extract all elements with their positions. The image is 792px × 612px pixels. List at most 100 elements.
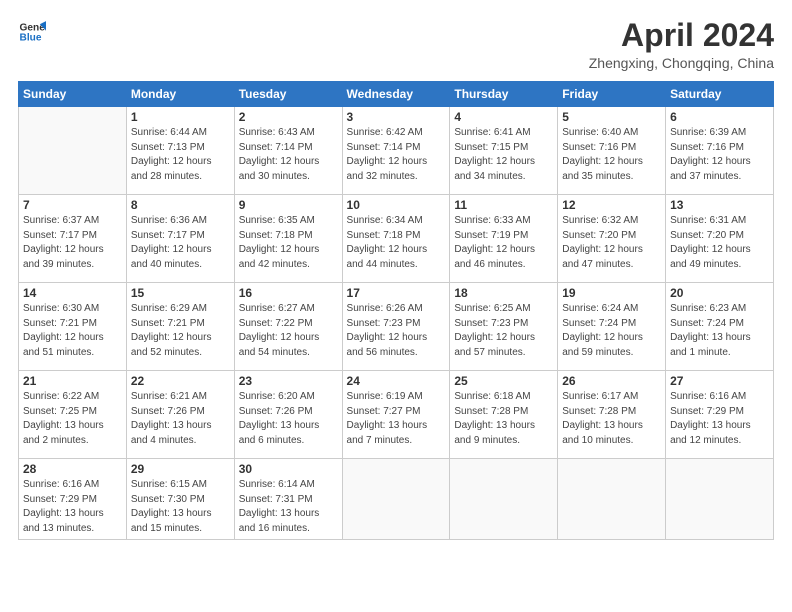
table-row: 27Sunrise: 6:16 AMSunset: 7:29 PMDayligh…: [666, 371, 774, 459]
table-row: [558, 459, 666, 540]
day-number: 5: [562, 110, 661, 124]
day-info: Sunrise: 6:26 AMSunset: 7:23 PMDaylight:…: [347, 302, 446, 360]
day-number: 14: [23, 286, 122, 300]
day-info: Sunrise: 6:31 AMSunset: 7:20 PMDaylight:…: [670, 214, 769, 272]
table-row: 16 Sunrise: 6:27 AMSunset: 7:22 PMDayligh…: [234, 283, 342, 371]
table-row: 6Sunrise: 6:39 AMSunset: 7:16 PMDaylight…: [666, 107, 774, 195]
day-info: Sunrise: 6:36 AMSunset: 7:17 PMDaylight:…: [131, 214, 230, 272]
table-row: 13 Sunrise: 6:31 AMSunset: 7:20 PMDayligh…: [666, 195, 774, 283]
col-wednesday: Wednesday: [342, 82, 450, 107]
day-info: Sunrise: 6:44 AMSunset: 7:13 PMDaylight:…: [131, 126, 230, 184]
col-saturday: Saturday: [666, 82, 774, 107]
day-number: 23: [239, 374, 338, 388]
day-info: Sunrise: 6:21 AMSunset: 7:26 PMDaylight:…: [131, 390, 230, 448]
table-row: 28 Sunrise: 6:16 AMSunset: 7:29 PMDayligh…: [19, 459, 127, 540]
table-row: 22 Sunrise: 6:21 AMSunset: 7:26 PMDayligh…: [126, 371, 234, 459]
day-number: 24: [347, 374, 446, 388]
table-row: 19 Sunrise: 6:24 AMSunset: 7:24 PMDayligh…: [558, 283, 666, 371]
calendar-table: Sunday Monday Tuesday Wednesday Thursday…: [18, 81, 774, 540]
table-row: 21Sunrise: 6:22 AMSunset: 7:25 PMDayligh…: [19, 371, 127, 459]
day-number: 22: [131, 374, 230, 388]
table-row: 20 Sunrise: 6:23 AMSunset: 7:24 PMDayligh…: [666, 283, 774, 371]
day-number: 4: [454, 110, 553, 124]
day-number: 10: [347, 198, 446, 212]
day-info: Sunrise: 6:27 AMSunset: 7:22 PMDaylight:…: [239, 302, 338, 360]
day-info: Sunrise: 6:33 AMSunset: 7:19 PMDaylight:…: [454, 214, 553, 272]
day-info: Sunrise: 6:22 AMSunset: 7:25 PMDaylight:…: [23, 390, 122, 448]
day-number: 2: [239, 110, 338, 124]
day-info: Sunrise: 6:41 AMSunset: 7:15 PMDaylight:…: [454, 126, 553, 184]
day-info: Sunrise: 6:16 AMSunset: 7:29 PMDaylight:…: [670, 390, 769, 448]
day-number: 20: [670, 286, 769, 300]
day-number: 3: [347, 110, 446, 124]
table-row: 24 Sunrise: 6:19 AMSunset: 7:27 PMDayligh…: [342, 371, 450, 459]
day-info: Sunrise: 6:19 AMSunset: 7:27 PMDaylight:…: [347, 390, 446, 448]
day-number: 28: [23, 462, 122, 476]
day-info: Sunrise: 6:24 AMSunset: 7:24 PMDaylight:…: [562, 302, 661, 360]
col-monday: Monday: [126, 82, 234, 107]
table-row: 29Sunrise: 6:15 AMSunset: 7:30 PMDayligh…: [126, 459, 234, 540]
month-title: April 2024: [589, 18, 774, 53]
day-info: Sunrise: 6:37 AMSunset: 7:17 PMDaylight:…: [23, 214, 122, 272]
day-info: Sunrise: 6:39 AMSunset: 7:16 PMDaylight:…: [670, 126, 769, 184]
day-info: Sunrise: 6:17 AMSunset: 7:28 PMDaylight:…: [562, 390, 661, 448]
table-row: [19, 107, 127, 195]
day-info: Sunrise: 6:23 AMSunset: 7:24 PMDaylight:…: [670, 302, 769, 360]
day-number: 9: [239, 198, 338, 212]
day-info: Sunrise: 6:30 AMSunset: 7:21 PMDaylight:…: [23, 302, 122, 360]
table-row: 23 Sunrise: 6:20 AMSunset: 7:26 PMDayligh…: [234, 371, 342, 459]
table-row: 4 Sunrise: 6:41 AMSunset: 7:15 PMDaylight…: [450, 107, 558, 195]
day-info: Sunrise: 6:29 AMSunset: 7:21 PMDaylight:…: [131, 302, 230, 360]
day-number: 18: [454, 286, 553, 300]
day-number: 1: [131, 110, 230, 124]
title-block: April 2024 Zhengxing, Chongqing, China: [589, 18, 774, 71]
table-row: 7 Sunrise: 6:37 AMSunset: 7:17 PMDaylight…: [19, 195, 127, 283]
day-number: 26: [562, 374, 661, 388]
subtitle: Zhengxing, Chongqing, China: [589, 55, 774, 71]
day-number: 7: [23, 198, 122, 212]
day-info: Sunrise: 6:32 AMSunset: 7:20 PMDaylight:…: [562, 214, 661, 272]
table-row: 2 Sunrise: 6:43 AMSunset: 7:14 PMDaylight…: [234, 107, 342, 195]
day-info: Sunrise: 6:43 AMSunset: 7:14 PMDaylight:…: [239, 126, 338, 184]
logo: General Blue: [18, 18, 46, 46]
day-number: 30: [239, 462, 338, 476]
table-row: 30Sunrise: 6:14 AMSunset: 7:31 PMDayligh…: [234, 459, 342, 540]
header: General Blue April 2024 Zhengxing, Chong…: [18, 18, 774, 71]
day-number: 19: [562, 286, 661, 300]
table-row: [666, 459, 774, 540]
col-friday: Friday: [558, 82, 666, 107]
table-row: 25 Sunrise: 6:18 AMSunset: 7:28 PMDayligh…: [450, 371, 558, 459]
svg-text:Blue: Blue: [20, 33, 42, 44]
day-number: 25: [454, 374, 553, 388]
table-row: 3 Sunrise: 6:42 AMSunset: 7:14 PMDaylight…: [342, 107, 450, 195]
table-row: 18Sunrise: 6:25 AMSunset: 7:23 PMDayligh…: [450, 283, 558, 371]
table-row: 1 Sunrise: 6:44 AMSunset: 7:13 PMDaylight…: [126, 107, 234, 195]
day-info: Sunrise: 6:20 AMSunset: 7:26 PMDaylight:…: [239, 390, 338, 448]
day-number: 8: [131, 198, 230, 212]
table-row: 9Sunrise: 6:35 AMSunset: 7:18 PMDaylight…: [234, 195, 342, 283]
day-number: 12: [562, 198, 661, 212]
table-row: [450, 459, 558, 540]
table-row: 14 Sunrise: 6:30 AMSunset: 7:21 PMDayligh…: [19, 283, 127, 371]
col-tuesday: Tuesday: [234, 82, 342, 107]
table-row: 10 Sunrise: 6:34 AMSunset: 7:18 PMDayligh…: [342, 195, 450, 283]
day-info: Sunrise: 6:40 AMSunset: 7:16 PMDaylight:…: [562, 126, 661, 184]
day-number: 29: [131, 462, 230, 476]
page: General Blue April 2024 Zhengxing, Chong…: [0, 0, 792, 612]
day-info: Sunrise: 6:18 AMSunset: 7:28 PMDaylight:…: [454, 390, 553, 448]
logo-icon: General Blue: [18, 18, 46, 46]
day-number: 16: [239, 286, 338, 300]
day-number: 13: [670, 198, 769, 212]
day-info: Sunrise: 6:16 AMSunset: 7:29 PMDaylight:…: [23, 478, 122, 536]
table-row: 17Sunrise: 6:26 AMSunset: 7:23 PMDayligh…: [342, 283, 450, 371]
table-row: 12 Sunrise: 6:32 AMSunset: 7:20 PMDayligh…: [558, 195, 666, 283]
col-thursday: Thursday: [450, 82, 558, 107]
table-row: 5 Sunrise: 6:40 AMSunset: 7:16 PMDaylight…: [558, 107, 666, 195]
table-row: 11 Sunrise: 6:33 AMSunset: 7:19 PMDayligh…: [450, 195, 558, 283]
table-row: 26 Sunrise: 6:17 AMSunset: 7:28 PMDayligh…: [558, 371, 666, 459]
day-info: Sunrise: 6:42 AMSunset: 7:14 PMDaylight:…: [347, 126, 446, 184]
col-sunday: Sunday: [19, 82, 127, 107]
day-number: 11: [454, 198, 553, 212]
day-info: Sunrise: 6:34 AMSunset: 7:18 PMDaylight:…: [347, 214, 446, 272]
calendar-header-row: Sunday Monday Tuesday Wednesday Thursday…: [19, 82, 774, 107]
